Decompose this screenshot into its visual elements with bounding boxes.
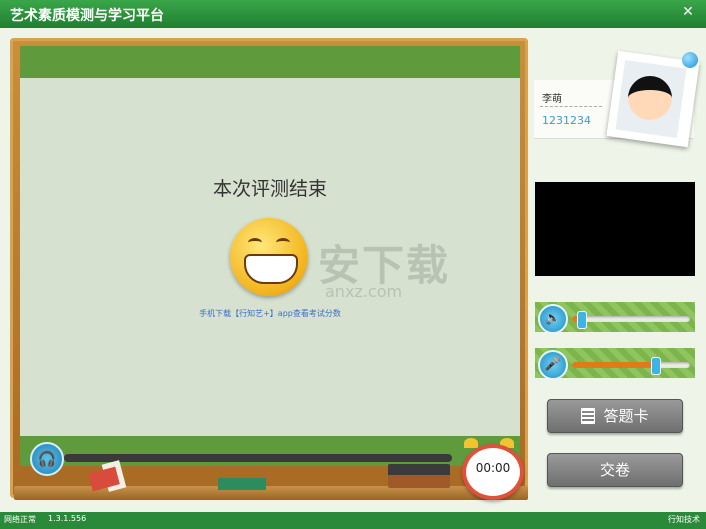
close-button[interactable]: ✕ [678, 2, 698, 22]
version-label: 1.3.1.556 [48, 514, 87, 523]
student-name: 李萌 [542, 94, 562, 105]
volume-slider-thumb[interactable] [577, 311, 587, 329]
clock-bell-left [464, 438, 478, 448]
board-header-strip [20, 46, 520, 78]
grin-emoji-icon [230, 218, 308, 296]
emoji-right-eye [276, 238, 290, 247]
submit-button[interactable]: 交卷 [547, 453, 683, 487]
mic-slider-fill [572, 362, 655, 368]
chalk-green [218, 478, 266, 490]
avatar-face [628, 76, 672, 120]
submit-label: 交卷 [599, 461, 630, 479]
emoji-left-eye [248, 238, 262, 247]
eraser [388, 464, 450, 488]
network-status: 网络正常 [4, 515, 36, 524]
volume-slider-track[interactable] [572, 316, 690, 322]
emoji-mouth [244, 254, 298, 284]
answer-card-button[interactable]: 答题卡 [547, 399, 683, 433]
camera-preview [535, 182, 695, 276]
mic-slider-thumb[interactable] [651, 357, 661, 375]
brand-label: 行知技术 [668, 515, 700, 524]
answer-sheet-icon [581, 408, 596, 424]
answer-card-label: 答题卡 [603, 407, 649, 425]
headphone-icon[interactable]: 🎧 [30, 442, 64, 476]
student-id: 1231234 [542, 114, 591, 127]
speaker-icon[interactable]: 🔈 [538, 304, 568, 334]
result-heading: 本次评测结束 [212, 178, 327, 200]
timer-display: 00:00 [475, 461, 511, 475]
watermark-domain: anxz.com [325, 282, 403, 301]
audio-progress-track[interactable] [64, 454, 452, 462]
app-title: 艺术素质模测与学习平台 [10, 8, 164, 24]
card-divider [540, 106, 602, 107]
microphone-icon[interactable]: 🎤 [538, 350, 568, 380]
app-download-hint[interactable]: 手机下载【行知艺+】app查看考试分数 [20, 308, 520, 319]
status-bar [0, 512, 706, 529]
pushpin-icon [682, 52, 698, 68]
